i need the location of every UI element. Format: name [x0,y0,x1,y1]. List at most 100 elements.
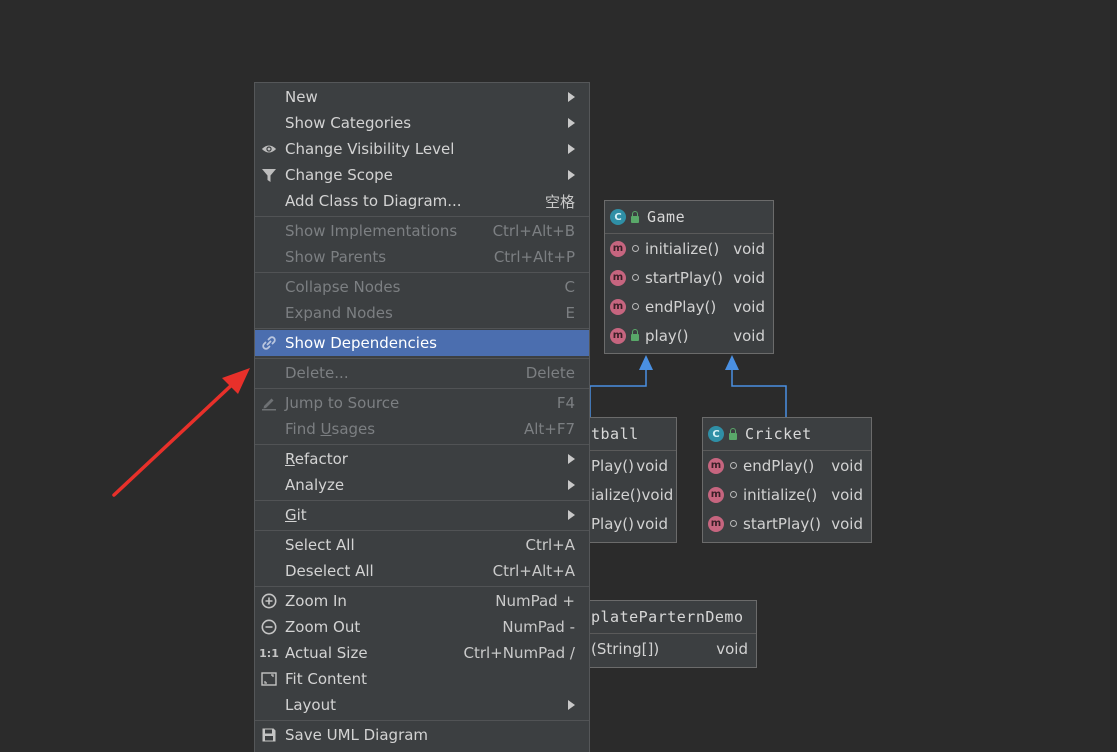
menu-item-delete[interactable]: Delete... Delete [255,360,589,386]
actual-size-icon: 1:1 [259,646,279,660]
method-name: ialize() [591,485,642,504]
method-icon: m [708,486,724,503]
uml-class-game[interactable]: C Game m initialize() void m startPlay()… [604,200,774,354]
menu-item-git[interactable]: Git [255,502,589,528]
return-type: void [733,268,765,287]
public-lock-icon [631,210,639,223]
return-type: void [636,514,668,533]
submenu-arrow-icon [568,170,575,180]
menu-separator [255,500,589,501]
method-icon: m [610,269,626,286]
method-name: endPlay() [645,297,717,316]
menu-item-show-dependencies[interactable]: Show Dependencies [255,330,589,356]
menu-item-zoom-out[interactable]: Zoom Out NumPad - [255,614,589,640]
method-row[interactable]: m play() void [605,321,773,350]
menu-item-shortcut: Ctrl+NumPad / [463,644,575,662]
menu-item-actual-size[interactable]: 1:1 Actual Size Ctrl+NumPad / [255,640,589,666]
method-row[interactable]: m startPlay() void [605,263,773,292]
method-name: initialize() [645,239,720,258]
return-type: void [733,297,765,316]
menu-item-label: Deselect All [285,562,374,580]
menu-item-label: Delete... [285,364,349,382]
class-name: Cricket [745,425,812,443]
menu-item-expand-nodes[interactable]: Expand Nodes E [255,300,589,326]
menu-item-deselect-all[interactable]: Deselect All Ctrl+Alt+A [255,558,589,584]
menu-item-layout[interactable]: Layout [255,692,589,718]
method-name: Play() [591,514,634,533]
menu-item-label: Fit Content [285,670,368,688]
menu-item-show-implementations[interactable]: Show Implementations Ctrl+Alt+B [255,218,589,244]
menu-item-find-usages[interactable]: Find Usages Alt+F7 [255,416,589,442]
public-lock-icon [631,329,639,341]
menu-separator [255,328,589,329]
menu-separator [255,388,589,389]
menu-item-show-parents[interactable]: Show Parents Ctrl+Alt+P [255,244,589,270]
menu-item-label: Show Parents [285,248,387,266]
submenu-arrow-icon [568,118,575,128]
method-row[interactable]: m endPlay() void [703,451,871,480]
menu-item-add-class-to-diagram[interactable]: Add Class to Diagram... 空格 [255,188,589,214]
method-row[interactable]: m endPlay() void [605,292,773,321]
menu-item-label: Zoom Out [285,618,361,636]
menu-item-analyze[interactable]: Analyze [255,472,589,498]
menu-item-shortcut: C [564,278,575,296]
uml-class-header: C Cricket [703,418,871,451]
menu-separator [255,216,589,217]
menu-item-shortcut: Ctrl+Alt+P [493,248,575,266]
menu-item-select-all[interactable]: Select All Ctrl+A [255,532,589,558]
menu-item-change-visibility-level[interactable]: Change Visibility Level [255,136,589,162]
menu-item-save-uml-diagram[interactable]: Save UML Diagram [255,722,589,748]
method-icon: m [708,457,724,474]
menu-item-shortcut: Ctrl+Alt+A [492,562,575,580]
menu-item-shortcut: Delete [525,364,575,382]
method-name: startPlay() [645,268,723,287]
menu-item-jump-to-source[interactable]: Jump to Source F4 [255,390,589,416]
uml-class-header: C Game [605,201,773,234]
package-visibility-icon [730,462,737,469]
method-name: play() [645,326,689,345]
menu-separator [255,444,589,445]
fit-content-icon [261,671,277,687]
menu-item-change-scope[interactable]: Change Scope [255,162,589,188]
menu-separator [255,586,589,587]
method-icon: m [708,515,724,532]
return-type: void [831,514,863,533]
uml-class-cricket[interactable]: C Cricket m endPlay() void m initialize(… [702,417,872,543]
method-row[interactable]: m initialize() void [605,234,773,263]
menu-item-label: Collapse Nodes [285,278,401,296]
package-visibility-icon [632,245,639,252]
return-type: void [831,485,863,504]
eye-icon [261,141,277,157]
menu-item-shortcut: E [565,304,575,322]
method-name: endPlay() [743,456,815,475]
pencil-icon [261,395,277,411]
menu-item-label: Show Dependencies [285,334,437,352]
menu-item-collapse-nodes[interactable]: Collapse Nodes C [255,274,589,300]
menu-item-label: New [285,88,318,106]
return-type: void [716,639,748,658]
menu-item-label: Change Visibility Level [285,140,455,158]
menu-item-refactor[interactable]: Refactor [255,446,589,472]
menu-item-label: Save UML Diagram [285,726,429,744]
class-name: plateParternDemo [591,608,744,626]
package-visibility-icon [730,520,737,527]
menu-item-fit-content[interactable]: Fit Content [255,666,589,692]
menu-item-label: Jump to Source [285,394,400,412]
diagram-canvas[interactable]: C Game m initialize() void m startPlay()… [0,0,1117,752]
menu-item-shortcut: NumPad - [502,618,575,636]
method-name: (String[]) [591,639,660,658]
menu-item-label: Actual Size [285,644,368,662]
method-row[interactable]: m startPlay() void [703,509,871,538]
return-type: void [733,239,765,258]
menu-item-label: Expand Nodes [285,304,393,322]
link-icon [261,335,277,351]
return-type: void [641,485,674,504]
method-row[interactable]: m initialize() void [703,480,871,509]
context-menu[interactable]: New Show Categories Change Visibility Le… [254,82,590,752]
menu-item-label: Show Implementations [285,222,458,240]
menu-item-show-categories[interactable]: Show Categories [255,110,589,136]
menu-item-label: Refactor [285,450,348,468]
menu-item-new[interactable]: New [255,84,589,110]
menu-item-zoom-in[interactable]: Zoom In NumPad + [255,588,589,614]
menu-item-shortcut: Ctrl+Alt+B [492,222,575,240]
